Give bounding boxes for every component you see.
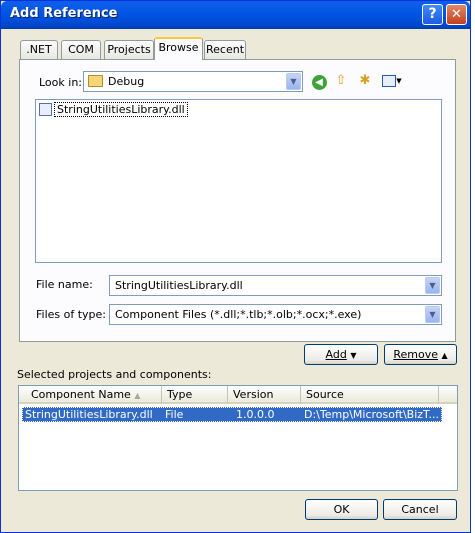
cell-version: 1.0.0.0 [236,408,275,421]
file-name-field[interactable]: StringUtilitiesLibrary.dll ▼ [109,275,442,296]
help-icon: ? [428,6,437,22]
chevron-down-icon[interactable]: ▼ [286,73,301,90]
file-item-name: StringUtilitiesLibrary.dll [54,102,188,117]
cancel-button[interactable]: Cancel [383,499,457,520]
close-button[interactable]: ✕ [446,4,467,25]
chevron-down-icon[interactable]: ▼ [425,306,440,323]
cell-type: File [165,408,184,421]
look-in-label: Look in: [39,76,82,89]
look-in-combo[interactable]: Debug ▼ [83,71,303,92]
column-header-component-name[interactable]: Component Name ▲ [19,386,162,404]
column-header-type[interactable]: Type [162,386,228,404]
tab-projects[interactable]: Projects [104,40,154,60]
file-type-label: Files of type: [36,308,107,321]
table-row[interactable]: StringUtilitiesLibrary.dll File 1.0.0.0 … [22,407,442,422]
file-list[interactable]: StringUtilitiesLibrary.dll [35,99,442,263]
back-icon[interactable]: ◀ [310,73,328,91]
selected-section-label: Selected projects and components: [17,368,212,381]
chevron-down-icon[interactable]: ▼ [425,277,440,294]
file-name-label: File name: [36,278,93,291]
close-icon: ✕ [451,7,462,22]
dll-file-icon [39,103,52,116]
folder-icon [88,75,103,87]
remove-button-label: Remove [393,348,438,361]
remove-button[interactable]: Remove ▲ [384,344,457,365]
title-bar[interactable]: Add Reference ? ✕ [1,1,470,29]
up-folder-icon[interactable]: ⇧ [332,72,350,90]
table-header: Component Name ▲ Type Version Source [19,386,457,404]
views-menu-icon[interactable]: ▼ [380,72,404,90]
tab-recent[interactable]: Recent [204,40,246,60]
column-header-source[interactable]: Source [301,386,439,404]
column-header-version[interactable]: Version [228,386,301,404]
ok-button[interactable]: OK [305,499,378,520]
tab-browse[interactable]: Browse [154,37,203,60]
file-type-select[interactable]: Component Files (*.dll;*.tlb;*.olb;*.ocx… [109,304,442,325]
file-type-value: Component Files (*.dll;*.tlb;*.olb;*.ocx… [115,308,362,321]
new-folder-icon[interactable]: ✱ [356,72,374,90]
look-in-value: Debug [108,75,145,88]
chevron-up-icon: ▲ [441,351,448,360]
selected-components-table[interactable]: Component Name ▲ Type Version Source Str… [18,385,458,491]
help-button[interactable]: ? [422,4,443,25]
chevron-down-icon: ▼ [350,351,357,360]
cell-component-name: StringUtilitiesLibrary.dll [25,408,153,421]
dialog-title: Add Reference [10,6,118,21]
list-item[interactable]: StringUtilitiesLibrary.dll [39,102,188,119]
file-name-value: StringUtilitiesLibrary.dll [115,279,243,292]
sort-ascending-icon: ▲ [134,391,141,400]
tab-com[interactable]: COM [61,40,101,60]
add-reference-dialog: Add Reference ? ✕ .NET COM Projects Brow… [0,0,471,533]
tab-dotnet[interactable]: .NET [20,40,58,60]
cell-source: D:\Temp\Microsoft\BizT... [304,408,439,421]
add-button-label: Add [325,348,347,361]
add-button[interactable]: Add ▼ [304,344,378,365]
